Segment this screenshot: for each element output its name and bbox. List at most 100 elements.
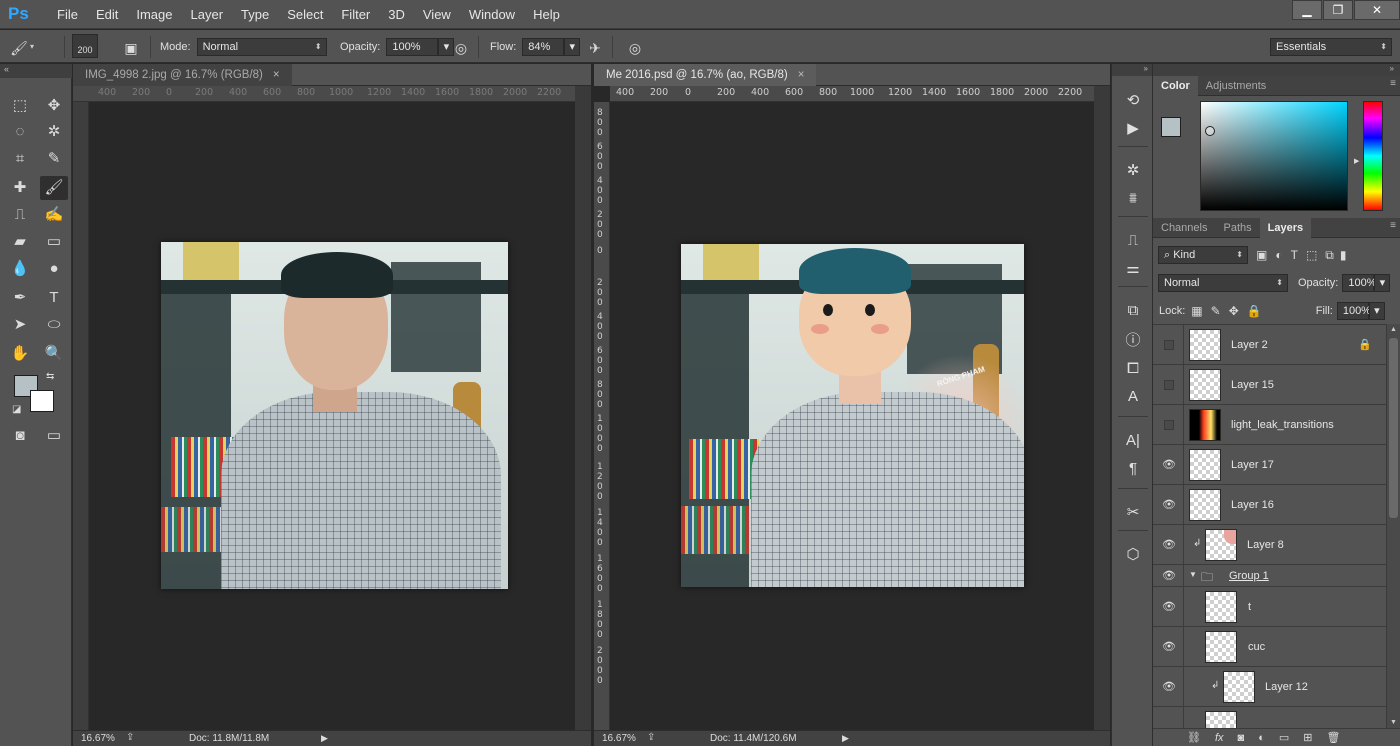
menu-3d[interactable]: 3D <box>379 0 414 29</box>
fill-dropdown-button[interactable]: ▾ <box>1368 302 1385 320</box>
marquee-tool-icon[interactable]: ⬚ <box>6 94 34 118</box>
menu-edit[interactable]: Edit <box>87 0 127 29</box>
background-color-swatch[interactable] <box>30 390 54 412</box>
group-expand-chevron-icon[interactable]: ▼ <box>1189 570 1197 579</box>
color-picker-circle-icon[interactable] <box>1205 126 1215 136</box>
clone-stamp-tool-icon[interactable]: ⎍ <box>6 203 34 227</box>
layer-row[interactable] <box>1153 707 1386 728</box>
visibility-toggle[interactable]: 👁 <box>1153 587 1184 626</box>
mode-dropdown[interactable]: Normal ⬍ <box>196 37 327 56</box>
gradient-tool-icon[interactable]: ▭ <box>40 230 68 254</box>
menu-help[interactable]: Help <box>524 0 569 29</box>
visibility-toggle[interactable]: 👁 <box>1153 445 1184 484</box>
healing-brush-tool-icon[interactable]: ✚ <box>6 176 34 200</box>
visibility-toggle[interactable] <box>1153 325 1184 364</box>
dock-collapse-strip[interactable]: » <box>1153 64 1400 76</box>
fill-field[interactable]: 100% <box>1336 302 1371 320</box>
tab-adjustments[interactable]: Adjustments <box>1198 76 1275 96</box>
brush-panel-toggle-icon[interactable]: ▣ <box>120 36 142 58</box>
clone-source-panel-icon[interactable]: ⎍ <box>1120 230 1146 252</box>
lasso-tool-icon[interactable]: ◌ <box>6 120 34 144</box>
visibility-toggle[interactable] <box>1153 405 1184 444</box>
default-colors-icon[interactable]: ◪ <box>12 404 21 415</box>
brush-size-picker[interactable]: 200 <box>72 34 98 58</box>
actions-panel-icon[interactable]: ▶ <box>1120 118 1146 140</box>
ellipse-tool-icon[interactable]: ⬭ <box>40 313 68 337</box>
history-brush-tool-icon[interactable]: ✍ <box>40 203 68 227</box>
panel-menu-icon[interactable]: ≡ <box>1390 220 1396 231</box>
visibility-toggle[interactable]: 👁 <box>1153 667 1184 706</box>
history-panel-icon[interactable]: ⟲ <box>1120 90 1146 112</box>
status-menu-arrow-icon[interactable]: ▶ <box>842 733 849 744</box>
share-icon[interactable]: ⇪ <box>647 732 655 743</box>
properties-panel-icon[interactable]: ⧠ <box>1120 358 1146 380</box>
menu-layer[interactable]: Layer <box>182 0 233 29</box>
layer-row[interactable]: 👁 Layer 16 <box>1153 485 1386 525</box>
3d-cube-panel-icon[interactable]: ⬡ <box>1120 544 1146 566</box>
blur-tool-icon[interactable]: 💧 <box>6 257 34 281</box>
layer-opacity-dropdown-button[interactable]: ▾ <box>1374 274 1391 292</box>
tab-channels[interactable]: Channels <box>1153 218 1215 238</box>
close-tab-icon[interactable]: × <box>273 69 280 81</box>
layer-row[interactable]: 👁 t <box>1153 587 1386 627</box>
move-tool-icon[interactable]: ✥ <box>40 94 68 118</box>
swap-colors-icon[interactable]: ⇆ <box>46 371 54 382</box>
tab-paths[interactable]: Paths <box>1215 218 1259 238</box>
adjustment-icon[interactable]: ◐ <box>1258 732 1265 744</box>
opacity-field[interactable]: 100% <box>386 37 439 56</box>
visibility-toggle[interactable]: 👁 <box>1153 525 1184 564</box>
saturation-brightness-field[interactable] <box>1200 101 1348 211</box>
pressure-opacity-icon[interactable]: ◎ <box>450 36 472 58</box>
crop-tool-icon[interactable]: ⌗ <box>6 147 34 171</box>
scroll-thumb[interactable] <box>1389 338 1398 518</box>
layer-row[interactable]: Layer 15 <box>1153 365 1386 405</box>
mask-icon[interactable]: ◙ <box>1238 732 1245 744</box>
menu-type[interactable]: Type <box>232 0 278 29</box>
zoom-level[interactable]: 16.67% <box>81 733 115 744</box>
styles-panel-icon[interactable]: A <box>1120 386 1146 408</box>
color-foreground-swatch[interactable] <box>1161 117 1181 137</box>
lock-all-icon[interactable]: 🔒 <box>1247 304 1262 318</box>
flow-dropdown-button[interactable]: ▾ <box>564 37 581 56</box>
menu-image[interactable]: Image <box>127 0 181 29</box>
trash-icon[interactable]: 🗑 <box>1326 731 1340 744</box>
group-row[interactable]: 👁 ▼ 🗀 Group 1 <box>1153 565 1386 587</box>
hue-pointer-icon[interactable]: ▶ <box>1354 157 1359 165</box>
magic-wand-tool-icon[interactable]: ✲ <box>40 120 68 144</box>
panel-menu-icon[interactable]: ≡ <box>1390 78 1396 89</box>
menu-file[interactable]: File <box>48 0 87 29</box>
document-scrollbar[interactable] <box>1094 86 1110 730</box>
link-icon[interactable]: ⛓ <box>1187 731 1201 744</box>
folder-icon[interactable]: ▭ <box>1279 731 1289 744</box>
airbrush-icon[interactable]: ✈ <box>584 36 606 58</box>
toolbar-collapse-strip[interactable]: « <box>0 64 72 78</box>
layers-scrollbar[interactable]: ▲ ▼ <box>1386 324 1400 728</box>
restore-button[interactable]: ❐ <box>1323 0 1353 20</box>
paragraph-panel-icon[interactable]: ¶ <box>1120 458 1146 480</box>
brush-tool-icon[interactable]: 🖌 <box>8 36 30 58</box>
pressure-size-icon[interactable]: ◎ <box>624 36 646 58</box>
zoom-level[interactable]: 16.67% <box>602 733 636 744</box>
close-tab-icon[interactable]: × <box>798 69 805 81</box>
type-tool-icon[interactable]: T <box>40 286 68 310</box>
filter-toggle-icon[interactable]: ▮ <box>1340 248 1347 262</box>
blend-mode-dropdown[interactable]: Normal ⬍ <box>1158 274 1288 292</box>
brush-settings-panel-icon[interactable]: ✲ <box>1120 160 1146 182</box>
document-tab-me2016[interactable]: Me 2016.psd @ 16.7% (ao, RGB/8) × <box>594 64 817 86</box>
zoom-tool-icon[interactable]: 🔍 <box>40 342 68 366</box>
adjustments-panel-icon[interactable]: ⚌ <box>1120 258 1146 280</box>
visibility-toggle[interactable]: 👁 <box>1153 485 1184 524</box>
lock-position-icon[interactable]: ✥ <box>1229 304 1239 318</box>
character-panel-icon[interactable]: A| <box>1120 430 1146 452</box>
filter-type-icon[interactable]: T <box>1291 248 1298 262</box>
filter-shape-icon[interactable]: ⬚ <box>1306 248 1317 262</box>
layer-row[interactable]: Layer 2 🔒 <box>1153 325 1386 365</box>
hand-tool-icon[interactable]: ✋ <box>6 342 34 366</box>
lock-image-pixels-icon[interactable]: ✎ <box>1211 304 1221 318</box>
fx-icon[interactable]: fx <box>1215 732 1224 744</box>
menu-view[interactable]: View <box>414 0 460 29</box>
info-panel-icon[interactable]: ⓘ <box>1120 330 1146 352</box>
brush-presets-panel-icon[interactable]: ⩩ <box>1120 188 1146 210</box>
visibility-toggle[interactable] <box>1153 365 1184 404</box>
new-layer-icon[interactable]: ⊞ <box>1303 731 1312 744</box>
